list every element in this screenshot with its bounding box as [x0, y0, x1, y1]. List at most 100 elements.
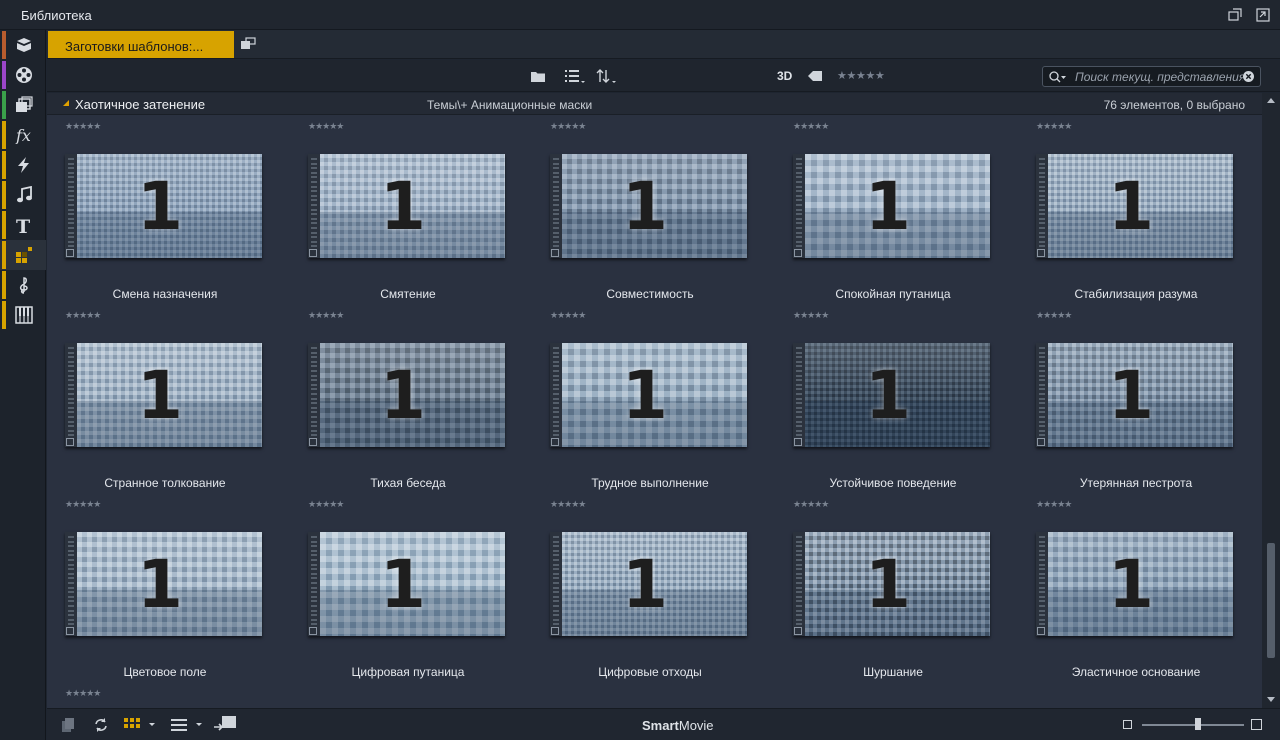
- sidebar-item-treble-clef[interactable]: [0, 270, 46, 300]
- rating-stars[interactable]: ★★★★★: [65, 122, 101, 131]
- template-title: Стабилизация разума: [1074, 287, 1198, 301]
- film-strip: [793, 532, 805, 636]
- zoom-in-icon[interactable]: [1251, 719, 1262, 730]
- star-icon[interactable]: ★: [875, 70, 885, 80]
- thumbnail-view-icon[interactable]: [124, 718, 156, 732]
- search-icon[interactable]: [1049, 71, 1067, 83]
- scroll-thumb[interactable]: [1267, 543, 1275, 658]
- rating-stars[interactable]: ★★★★★: [550, 500, 586, 509]
- rating-filter-stars[interactable]: ★ ★ ★ ★ ★: [837, 70, 885, 80]
- template-item[interactable]: 1 Совместимость: [550, 154, 750, 301]
- copy-icon[interactable]: [61, 717, 75, 733]
- template-item[interactable]: 1 Эластичное основание: [1036, 532, 1236, 679]
- template-thumbnail[interactable]: 1: [1036, 343, 1233, 447]
- title-text-icon: T: [16, 216, 30, 234]
- template-thumbnail[interactable]: 1: [550, 343, 747, 447]
- add-tab-icon[interactable]: [240, 37, 256, 51]
- template-thumbnail[interactable]: 1: [793, 532, 990, 636]
- collapse-arrow-icon[interactable]: [63, 100, 69, 106]
- rating-stars[interactable]: ★★★★★: [793, 311, 829, 320]
- tag-icon[interactable]: [807, 68, 823, 84]
- 3d-filter-button[interactable]: 3D: [777, 69, 792, 83]
- film-reel-icon: [16, 67, 32, 83]
- template-thumbnail[interactable]: 1: [550, 532, 747, 636]
- rating-stars[interactable]: ★★★★★: [65, 311, 101, 320]
- rating-stars[interactable]: ★★★★★: [308, 500, 344, 509]
- sidebar-item-music-note[interactable]: [0, 180, 46, 210]
- restore-window-icon[interactable]: [1256, 8, 1270, 22]
- rating-stars[interactable]: ★★★★★: [550, 311, 586, 320]
- template-item[interactable]: 1 Спокойная путаница: [793, 154, 993, 301]
- template-thumbnail[interactable]: 1: [793, 343, 990, 447]
- template-item[interactable]: 1 Шуршание: [793, 532, 993, 679]
- template-item[interactable]: 1 Стабилизация разума: [1036, 154, 1236, 301]
- star-icon[interactable]: ★: [847, 70, 857, 80]
- template-thumbnail[interactable]: 1: [308, 154, 505, 258]
- scroll-down-icon[interactable]: [1267, 697, 1275, 703]
- rating-stars[interactable]: ★★★★★: [65, 500, 101, 509]
- send-to-timeline-icon[interactable]: [213, 714, 237, 734]
- template-thumbnail[interactable]: 1: [1036, 154, 1233, 258]
- template-item[interactable]: 1 Утерянная пестрота: [1036, 343, 1236, 490]
- scroll-up-icon[interactable]: [1267, 97, 1275, 103]
- rating-stars[interactable]: ★★★★★: [550, 122, 586, 131]
- template-thumbnail[interactable]: 1: [65, 154, 262, 258]
- search-input[interactable]: [1075, 69, 1243, 84]
- sidebar-item-fx[interactable]: fx: [0, 120, 46, 150]
- film-strip: [550, 532, 562, 636]
- template-thumbnail[interactable]: 1: [550, 154, 747, 258]
- folder-icon[interactable]: [530, 68, 546, 84]
- template-item[interactable]: 1 Смятение: [308, 154, 508, 301]
- tab-template-presets[interactable]: Заготовки шаблонов:...: [48, 31, 234, 58]
- resize-corner-icon: [1037, 249, 1045, 257]
- sidebar-item-film-reel[interactable]: [0, 60, 46, 90]
- rating-stars[interactable]: ★★★★★: [65, 689, 101, 698]
- undock-icon[interactable]: [1228, 8, 1242, 22]
- template-item[interactable]: 1 Смена назначения: [65, 154, 265, 301]
- list-view-icon[interactable]: [564, 68, 586, 84]
- template-thumbnail[interactable]: 1: [65, 532, 262, 636]
- template-thumbnail[interactable]: 1: [308, 343, 505, 447]
- zoom-slider-track[interactable]: [1142, 724, 1244, 726]
- template-item[interactable]: 1 Цифровые отходы: [550, 532, 750, 679]
- rating-stars[interactable]: ★★★★★: [793, 122, 829, 131]
- sort-icon[interactable]: [596, 68, 618, 84]
- template-item[interactable]: 1 Цифровая путаница: [308, 532, 508, 679]
- rating-stars[interactable]: ★★★★★: [1036, 122, 1072, 131]
- sync-icon[interactable]: [93, 717, 109, 733]
- rating-stars[interactable]: ★★★★★: [1036, 500, 1072, 509]
- sidebar-item-piano[interactable]: [0, 300, 46, 330]
- template-thumbnail[interactable]: 1: [793, 154, 990, 258]
- resize-corner-icon: [794, 249, 802, 257]
- sidebar-item-box[interactable]: [0, 30, 46, 60]
- star-icon[interactable]: ★: [856, 70, 866, 80]
- sidebar-item-clips-stack[interactable]: [0, 90, 46, 120]
- rating-stars[interactable]: ★★★★★: [1036, 311, 1072, 320]
- item-count: 76 элементов, 0 выбрано: [1103, 98, 1245, 112]
- star-icon[interactable]: ★: [837, 70, 847, 80]
- zoom-slider-knob[interactable]: [1194, 718, 1201, 730]
- rating-stars[interactable]: ★★★★★: [308, 122, 344, 131]
- clear-search-icon[interactable]: [1243, 71, 1254, 82]
- zoom-out-icon[interactable]: [1123, 720, 1132, 729]
- rating-stars[interactable]: ★★★★★: [308, 311, 344, 320]
- resize-corner-icon: [551, 438, 559, 446]
- template-item[interactable]: 1 Устойчивое поведение: [793, 343, 993, 490]
- details-view-icon[interactable]: [171, 718, 203, 732]
- template-item[interactable]: 1 Тихая беседа: [308, 343, 508, 490]
- brand-smartmovie[interactable]: SmartMovie: [642, 718, 714, 733]
- template-item[interactable]: 1 Трудное выполнение: [550, 343, 750, 490]
- group-header[interactable]: Хаотичное затенение Темы\+ Анимационные …: [47, 93, 1262, 115]
- template-item[interactable]: 1 Странное толкование: [65, 343, 265, 490]
- vertical-scrollbar[interactable]: [1262, 93, 1280, 708]
- sidebar-item-template-grid[interactable]: [0, 240, 46, 270]
- sidebar-item-transition-bolt[interactable]: [0, 150, 46, 180]
- sidebar-item-title-text[interactable]: T: [0, 210, 46, 240]
- template-thumbnail[interactable]: 1: [1036, 532, 1233, 636]
- template-item[interactable]: 1 Цветовое поле: [65, 532, 265, 679]
- thumbnail-number: 1: [865, 357, 911, 434]
- template-thumbnail[interactable]: 1: [308, 532, 505, 636]
- star-icon[interactable]: ★: [866, 70, 876, 80]
- rating-stars[interactable]: ★★★★★: [793, 500, 829, 509]
- template-thumbnail[interactable]: 1: [65, 343, 262, 447]
